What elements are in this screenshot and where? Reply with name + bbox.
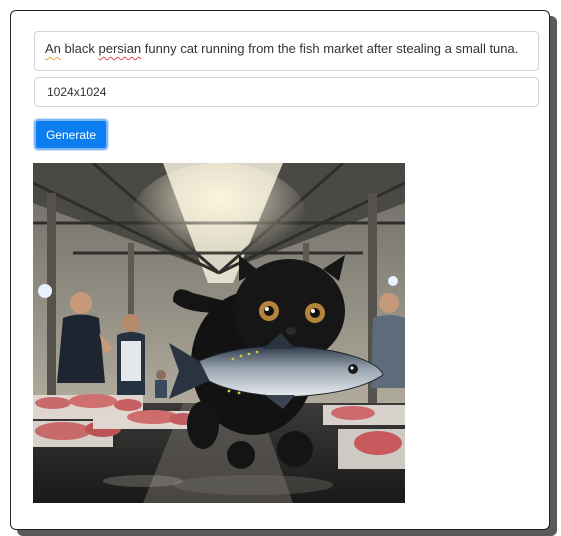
prompt-word-black: black [64,41,95,56]
prompt-input[interactable]: An black persian funny cat running from … [34,31,539,71]
prompt-text-rest: funny cat running from the fish market a… [144,41,519,56]
size-input[interactable]: 1024x1024 [34,77,539,107]
generate-button[interactable]: Generate [34,119,108,150]
generated-image [33,163,405,503]
prompt-word-an: An [45,41,61,56]
prompt-word-persian: persian [98,41,142,56]
image-generator-panel: An black persian funny cat running from … [10,10,550,530]
